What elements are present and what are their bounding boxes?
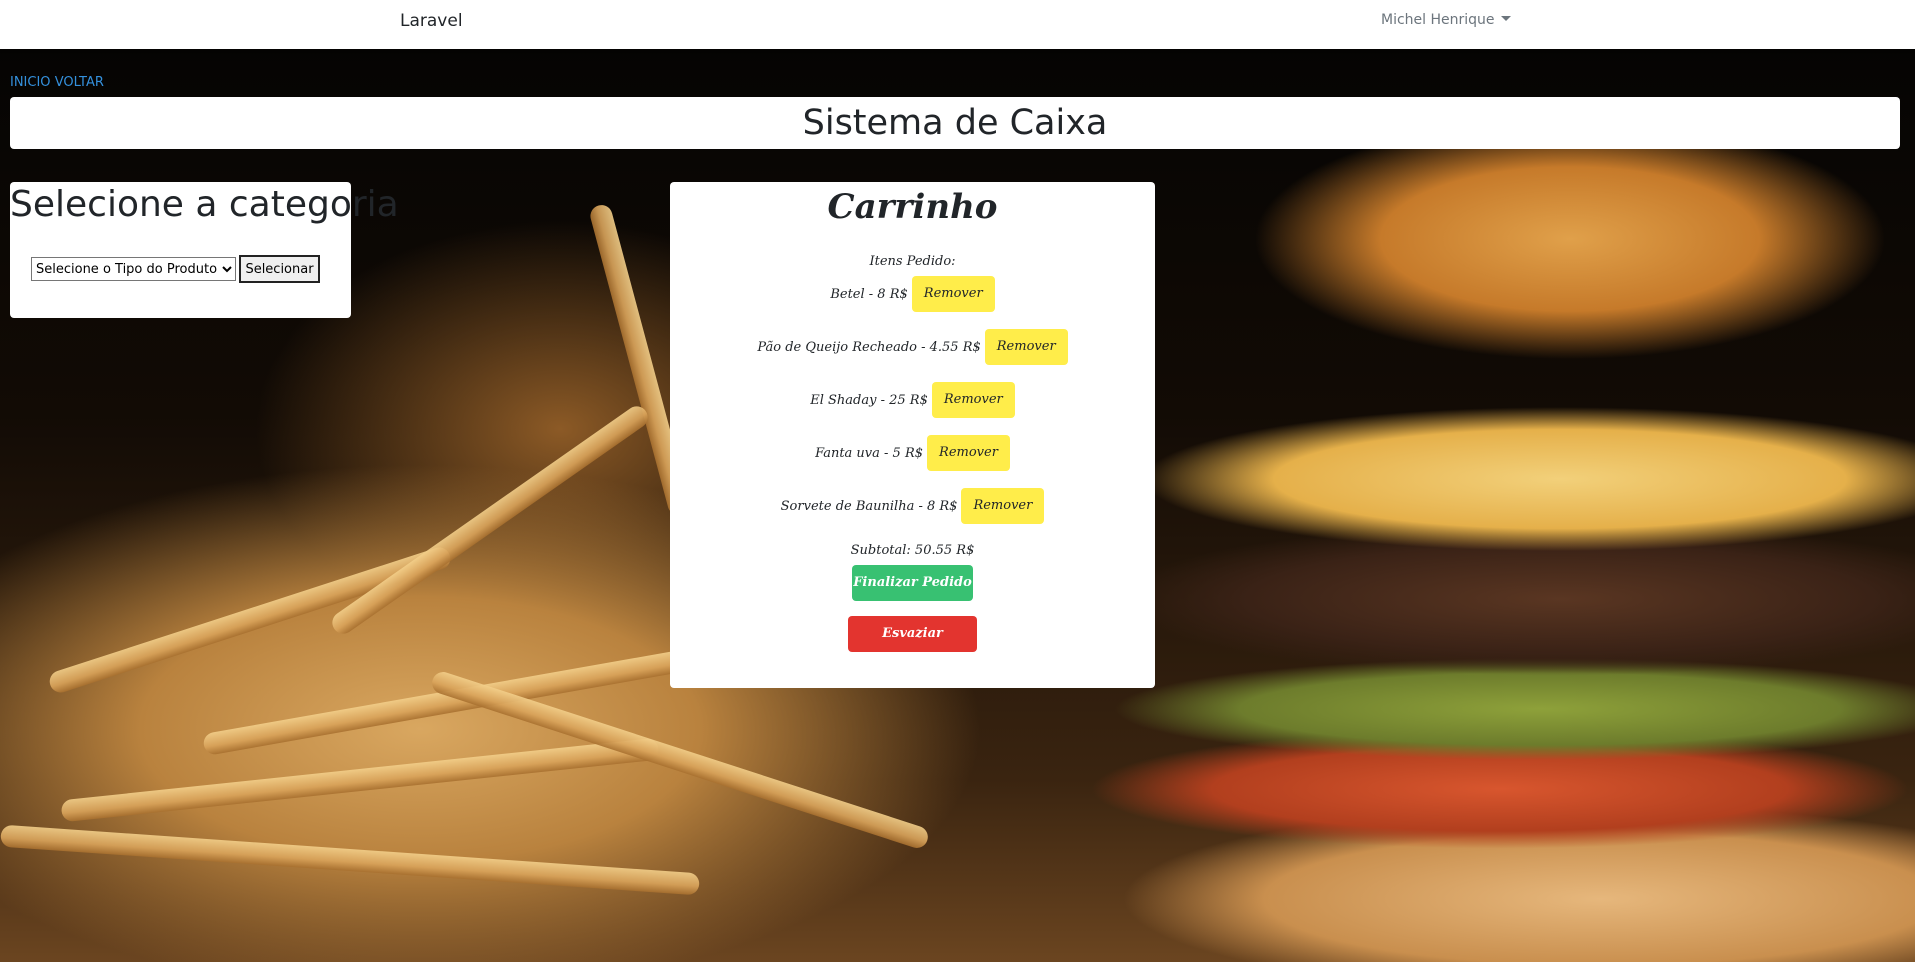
cart-item: El Shaday - 25 R$ Remover xyxy=(670,382,1155,418)
remove-button[interactable]: Remover xyxy=(927,435,1010,471)
cart-item: Fanta uva - 5 R$ Remover xyxy=(670,435,1155,471)
cart-item-text: El Shaday - 25 R$ xyxy=(810,392,928,408)
decor-fry xyxy=(328,402,652,638)
cart-item-text: Betel - 8 R$ xyxy=(830,286,908,302)
category-panel: Selecione a categoria Selecione o Tipo d… xyxy=(10,182,399,318)
decor-fry xyxy=(0,824,700,896)
category-form: Selecione o Tipo do Produto Selecionar xyxy=(31,255,320,283)
nav-links: INICIO VOLTAR xyxy=(10,75,104,90)
cart-panel: Carrinho Itens Pedido: Betel - 8 R$ Remov… xyxy=(670,182,1155,688)
cart-item: Betel - 8 R$ Remover xyxy=(670,276,1155,312)
decor-fry xyxy=(60,737,660,823)
user-name: Michel Henrique xyxy=(1381,12,1495,28)
caret-down-icon xyxy=(1500,16,1511,21)
user-menu[interactable]: Michel Henrique xyxy=(1381,12,1511,28)
navbar-brand[interactable]: Laravel xyxy=(400,11,463,31)
page-title: Sistema de Caixa xyxy=(802,103,1108,143)
remove-button[interactable]: Remover xyxy=(961,488,1045,524)
finalize-order-button[interactable]: Finalizar Pedido xyxy=(852,565,973,601)
title-banner: Sistema de Caixa xyxy=(10,97,1900,149)
cart-title: Carrinho xyxy=(827,187,998,227)
cart-item: Pão de Queijo Recheado - 4.55 R$ Remover xyxy=(670,329,1155,365)
select-button[interactable]: Selecionar xyxy=(239,255,320,283)
remove-button[interactable]: Remover xyxy=(931,382,1015,418)
category-heading: Selecione a categoria xyxy=(10,184,399,225)
inicio-link[interactable]: INICIO xyxy=(10,75,51,90)
subtotal: Subtotal: 50.55 R$ xyxy=(850,543,975,558)
decor-fry xyxy=(46,544,454,696)
remove-button[interactable]: Remover xyxy=(984,329,1068,365)
items-label: Itens Pedido: xyxy=(869,254,956,269)
top-navbar: Laravel Michel Henrique xyxy=(0,0,1915,49)
cart-item-text: Pão de Queijo Recheado - 4.55 R$ xyxy=(757,339,981,355)
cart-item-text: Sorvete de Baunilha - 8 R$ xyxy=(780,498,958,514)
remove-button[interactable]: Remover xyxy=(911,276,995,312)
voltar-link[interactable]: VOLTAR xyxy=(55,75,104,90)
cart-item: Sorvete de Baunilha - 8 R$ Remover xyxy=(670,488,1155,524)
empty-cart-button[interactable]: Esvaziar Carrinho xyxy=(848,616,977,677)
product-type-select[interactable]: Selecione o Tipo do Produto xyxy=(31,257,236,281)
cart-item-text: Fanta uva - 5 R$ xyxy=(815,445,924,461)
